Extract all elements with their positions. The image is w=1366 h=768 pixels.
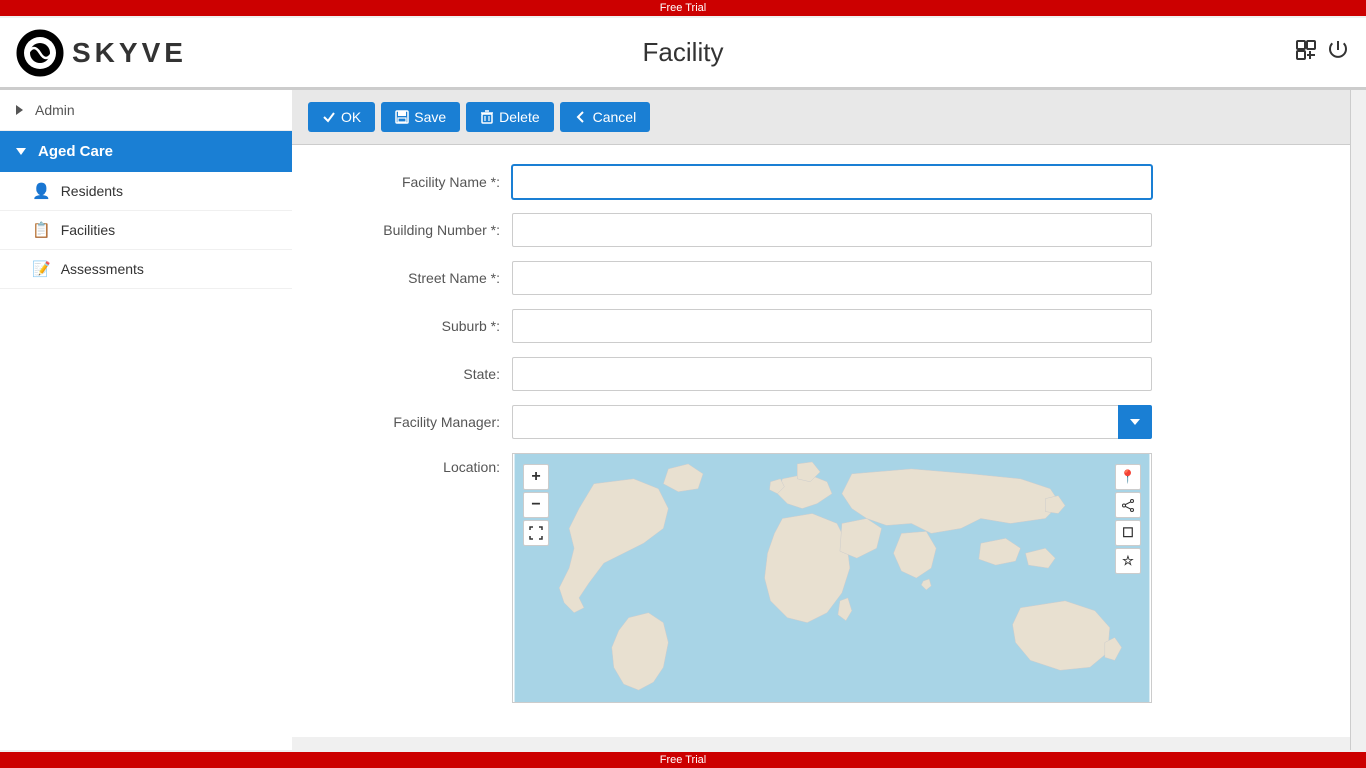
toolbar: OK Save [292,90,1350,145]
main-content: OK Save [292,90,1350,750]
sidebar-section-aged-care[interactable]: Aged Care [0,131,292,172]
sidebar-admin-label: Admin [35,102,75,118]
state-label: State: [312,366,512,382]
fullscreen-icon [529,526,543,540]
facility-manager-label: Facility Manager: [312,414,512,430]
cancel-button[interactable]: Cancel [560,102,651,132]
star-button[interactable]: ☆ [1115,548,1141,574]
page-title: Facility [643,37,724,68]
chevron-right-icon [16,105,23,115]
sidebar-item-admin[interactable]: Admin [0,90,292,131]
ok-button[interactable]: OK [308,102,375,132]
world-map-svg [513,454,1151,702]
building-number-label: Building Number *: [312,222,512,238]
share-icon [1122,499,1135,512]
sidebar-assessments-label: Assessments [61,261,144,277]
delete-button[interactable]: Delete [466,102,553,132]
switch-icon-button[interactable] [1294,38,1318,68]
scrollbar[interactable] [1350,90,1366,750]
sidebar-item-facilities[interactable]: Facilities [0,211,292,250]
clipboard-icon [32,260,51,278]
grid-icon [32,221,51,239]
facility-name-label: Facility Name *: [312,174,512,190]
save-icon [395,110,409,124]
facility-name-row: Facility Name *: [292,165,1350,199]
facility-manager-dropdown-button[interactable] [1118,405,1152,439]
facility-manager-dropdown [512,405,1152,439]
facility-name-input[interactable] [512,165,1152,199]
chevron-down-icon [1130,419,1140,425]
zoom-out-button[interactable]: − [523,492,549,518]
save-button[interactable]: Save [381,102,460,132]
sidebar-item-assessments[interactable]: Assessments [0,250,292,289]
zoom-in-button[interactable]: + [523,464,549,490]
location-row: Location: [292,453,1350,703]
share-button[interactable] [1115,492,1141,518]
sidebar-residents-label: Residents [61,183,123,199]
street-name-row: Street Name *: [292,261,1350,295]
suburb-row: Suburb *: [292,309,1350,343]
sidebar-facilities-label: Facilities [61,222,115,238]
street-name-label: Street Name *: [312,270,512,286]
pin-button[interactable]: 📍 [1115,464,1141,490]
delete-icon [480,110,494,124]
logo: SKYVE [16,29,187,77]
state-row: State: [292,357,1350,391]
suburb-label: Suburb *: [312,318,512,334]
chevron-down-icon [16,148,26,155]
map-controls-right: 📍 ☐ ☆ [1115,464,1141,574]
fullscreen-button[interactable] [523,520,549,546]
person-icon [32,182,51,200]
street-name-input[interactable] [512,261,1152,295]
header: SKYVE Facility [0,18,1366,90]
location-label: Location: [312,453,512,475]
free-trial-top-banner: Free Trial [0,0,1366,16]
facility-manager-input[interactable] [512,405,1118,439]
header-actions [1294,38,1350,68]
facility-manager-row: Facility Manager: [292,405,1350,439]
building-number-input[interactable] [512,213,1152,247]
suburb-input[interactable] [512,309,1152,343]
map-controls-left: + − [523,464,549,546]
building-number-row: Building Number *: [292,213,1350,247]
check-icon [322,110,336,124]
back-icon [574,110,588,124]
logo-icon [16,29,64,77]
sidebar-aged-care-label: Aged Care [38,143,113,160]
map-container[interactable]: + − [512,453,1152,703]
logo-text: SKYVE [72,37,187,69]
state-input[interactable] [512,357,1152,391]
sidebar-item-residents[interactable]: Residents [0,172,292,211]
sidebar: Admin Aged Care Residents Facilities Ass… [0,90,292,750]
layers-button[interactable]: ☐ [1115,520,1141,546]
power-icon-button[interactable] [1326,38,1350,68]
free-trial-bottom-banner: Free Trial [0,752,1366,768]
form-area: Facility Name *: Building Number *: Stre… [292,145,1350,737]
